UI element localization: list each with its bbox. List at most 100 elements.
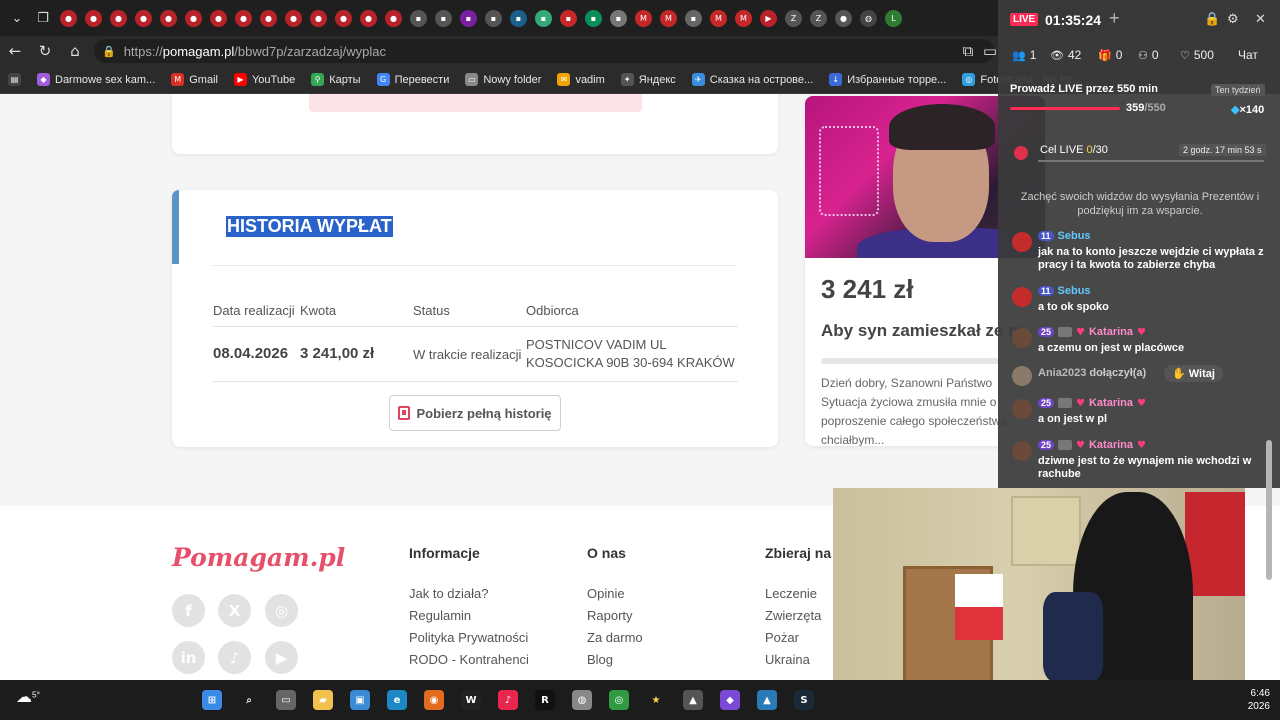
clock[interactable]: 6:46 2026 — [1240, 687, 1270, 713]
tiktok-icon[interactable]: ♪ — [498, 690, 518, 710]
footer-link[interactable]: Opinie — [587, 586, 625, 601]
footer-link[interactable]: Ukraina — [765, 652, 810, 667]
tab-favicon[interactable]: ● — [185, 9, 202, 27]
bookmark-item[interactable]: ↓ Избранные торре... — [829, 73, 946, 86]
x-icon[interactable]: X — [218, 594, 251, 627]
footer-link[interactable]: Blog — [587, 652, 613, 667]
add-icon[interactable]: + — [1109, 8, 1120, 29]
tab-favicon[interactable]: M — [710, 9, 727, 27]
edge-icon[interactable]: e — [387, 690, 407, 710]
workspaces-icon[interactable]: ❐ — [32, 7, 54, 29]
pomagam-logo[interactable]: Pomagam.pl — [172, 543, 345, 572]
tab-favicon[interactable]: ● — [85, 9, 102, 27]
tab-favicon[interactable]: ● — [235, 9, 252, 27]
bookmark-item[interactable]: ✉ vadim — [557, 73, 605, 86]
tab-favicon[interactable]: ◍ — [860, 9, 877, 27]
footer-link[interactable]: Regulamin — [409, 608, 471, 623]
welcome-button[interactable]: ✋ Witaj — [1164, 365, 1223, 382]
lock-icon[interactable]: 🔒 — [1204, 12, 1220, 27]
tab-favicon[interactable]: ▪ — [585, 9, 602, 27]
firefox-icon[interactable]: ◉ — [424, 690, 444, 710]
tab-favicon[interactable]: ● — [335, 9, 352, 27]
tab-favicon[interactable]: ● — [385, 9, 402, 27]
download-history-button[interactable]: Pobierz pełną historię — [389, 395, 561, 431]
app-icon[interactable]: ◆ — [720, 690, 740, 710]
store-icon[interactable]: ▣ — [350, 690, 370, 710]
app-icon[interactable]: W — [461, 690, 481, 710]
tab-favicon[interactable]: Z — [810, 9, 827, 27]
windows-start-icon[interactable]: ⊞ — [202, 690, 222, 710]
bookmark-item[interactable]: G Перевести — [376, 73, 449, 86]
tab-favicon[interactable]: ▪ — [560, 9, 577, 27]
bookmark-item[interactable]: ✦ Яндекс — [620, 73, 676, 86]
address-input[interactable]: 🔒 https://pomagam.pl/bbwd7p/zarzadzaj/wy… — [94, 39, 994, 63]
chat-username[interactable]: Katarina — [1089, 439, 1133, 451]
bookmarks-menu-icon[interactable]: ▤ — [8, 73, 21, 86]
tab-menu-chevron-icon[interactable]: ⌄ — [6, 7, 28, 29]
task-view-icon[interactable]: ▭ — [276, 690, 296, 710]
chat-username[interactable]: Sebus — [1058, 230, 1091, 242]
footer-link[interactable]: Leczenie — [765, 586, 817, 601]
tab-favicon[interactable]: ● — [160, 9, 177, 27]
tab-favicon[interactable]: ▶ — [760, 9, 777, 27]
footer-link[interactable]: Raporty — [587, 608, 633, 623]
chat-tab[interactable]: Чат — [1238, 48, 1258, 62]
footer-link[interactable]: RODO - Kontrahenci — [409, 652, 529, 667]
tiktok-icon[interactable]: ♪ — [218, 641, 251, 674]
back-icon[interactable]: ← — [0, 36, 30, 66]
settings-icon[interactable]: ⚙ — [1227, 12, 1239, 27]
chat-username[interactable]: Katarina — [1089, 326, 1133, 338]
tab-favicon[interactable]: ● — [210, 9, 227, 27]
tab-favicon[interactable]: ▪ — [485, 9, 502, 27]
steam-icon[interactable]: S — [794, 690, 814, 710]
page-scrollbar[interactable] — [1266, 440, 1272, 580]
bookmark-item[interactable]: ✈ Сказка на острове... — [691, 73, 813, 86]
tab-favicon[interactable]: ● — [135, 9, 152, 27]
footer-link[interactable]: Pożar — [765, 630, 799, 645]
tab-favicon[interactable]: ● — [285, 9, 302, 27]
tab-favicon[interactable]: ● — [110, 9, 127, 27]
tab-favicon[interactable]: M — [635, 9, 652, 27]
tab-favicon[interactable]: ▪ — [410, 9, 427, 27]
star-icon[interactable]: ★ — [646, 690, 666, 710]
home-icon[interactable]: ⌂ — [60, 36, 90, 66]
tab-favicon[interactable]: M — [660, 9, 677, 27]
footer-link[interactable]: Jak to działa? — [409, 586, 489, 601]
bookmark-item[interactable]: M Gmail — [171, 73, 218, 86]
footer-link[interactable]: Polityka Prywatności — [409, 630, 528, 645]
close-icon[interactable]: ✕ — [1255, 12, 1266, 27]
app-icon[interactable]: ▲ — [683, 690, 703, 710]
footer-link[interactable]: Zwierzęta — [765, 608, 821, 623]
bookmark-item[interactable]: ▶ YouTube — [233, 73, 295, 86]
instagram-icon[interactable]: ◎ — [265, 594, 298, 627]
tab-favicon[interactable]: ● — [60, 9, 77, 27]
reload-icon[interactable]: ↻ — [30, 36, 60, 66]
campaign-title[interactable]: Aby syn zamieszkał ze m — [821, 321, 1023, 341]
app-icon[interactable]: ◍ — [572, 690, 592, 710]
linkedin-icon[interactable]: in — [172, 641, 205, 674]
bookmark-item[interactable]: ◆ Darmowe sex kam... — [37, 73, 155, 86]
tab-favicon[interactable]: ▪ — [435, 9, 452, 27]
youtube-icon[interactable]: ▶ — [265, 641, 298, 674]
search-icon[interactable]: ⌕ — [239, 690, 259, 710]
chrome-icon[interactable]: ◎ — [609, 690, 629, 710]
tab-favicon[interactable]: ● — [260, 9, 277, 27]
tab-favicon[interactable]: ▪ — [510, 9, 527, 27]
tab-favicon[interactable]: Z — [785, 9, 802, 27]
bookmark-item[interactable]: ▭ Nowy folder — [465, 73, 541, 86]
footer-link[interactable]: Za darmo — [587, 630, 643, 645]
rockstar-icon[interactable]: R — [535, 690, 555, 710]
tab-favicon[interactable]: ▪ — [460, 9, 477, 27]
tab-favicon[interactable]: ● — [310, 9, 327, 27]
tab-favicon[interactable]: M — [735, 9, 752, 27]
tab-favicon[interactable]: ● — [360, 9, 377, 27]
tab-favicon[interactable]: ▪ — [535, 9, 552, 27]
tab-favicon[interactable]: ▪ — [685, 9, 702, 27]
chat-username[interactable]: Katarina — [1089, 397, 1133, 409]
bookmark-item[interactable]: ⚲ Карты — [311, 73, 361, 86]
chat-username[interactable]: Sebus — [1058, 285, 1091, 297]
tab-favicon[interactable]: L — [885, 9, 902, 27]
facebook-icon[interactable]: f — [172, 594, 205, 627]
weather-widget[interactable]: ☁5° — [16, 687, 40, 706]
file-explorer-icon[interactable]: ▰ — [313, 690, 333, 710]
